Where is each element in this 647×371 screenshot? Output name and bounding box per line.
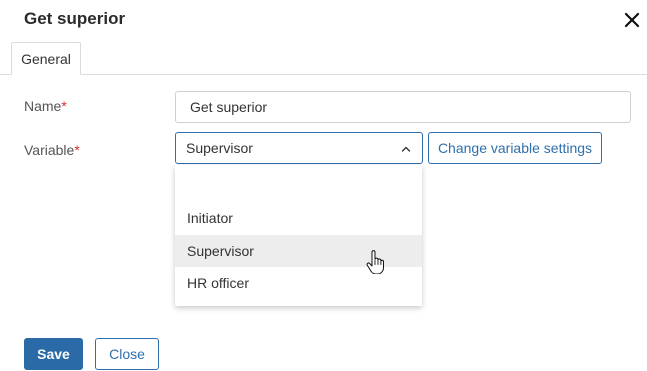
name-label-text: Name bbox=[24, 98, 62, 114]
variable-label-text: Variable bbox=[24, 142, 75, 158]
close-button[interactable]: Close bbox=[95, 338, 159, 370]
save-button[interactable]: Save bbox=[24, 338, 83, 370]
option-supervisor[interactable]: Supervisor bbox=[175, 235, 422, 267]
option-empty[interactable] bbox=[175, 168, 422, 200]
hand-pointer-icon bbox=[366, 250, 384, 274]
name-field[interactable]: Get superior bbox=[175, 91, 631, 123]
required-mark: * bbox=[61, 98, 67, 114]
variable-selected-value: Supervisor bbox=[186, 140, 253, 156]
chevron-up-icon bbox=[400, 143, 412, 155]
variable-select[interactable]: Supervisor bbox=[175, 132, 423, 164]
name-label: Name* bbox=[24, 98, 67, 114]
variable-dropdown: Initiator Supervisor HR officer bbox=[175, 165, 422, 306]
change-variable-settings-button[interactable]: Change variable settings bbox=[428, 132, 602, 164]
option-hr-officer[interactable]: HR officer bbox=[175, 267, 422, 299]
variable-label: Variable* bbox=[24, 142, 80, 158]
required-mark: * bbox=[74, 142, 80, 158]
dialog-title: Get superior bbox=[24, 9, 126, 28]
tab-general[interactable]: General bbox=[11, 42, 81, 75]
tabs-divider bbox=[0, 74, 647, 75]
option-initiator[interactable]: Initiator bbox=[175, 202, 422, 234]
close-icon[interactable] bbox=[620, 8, 644, 32]
